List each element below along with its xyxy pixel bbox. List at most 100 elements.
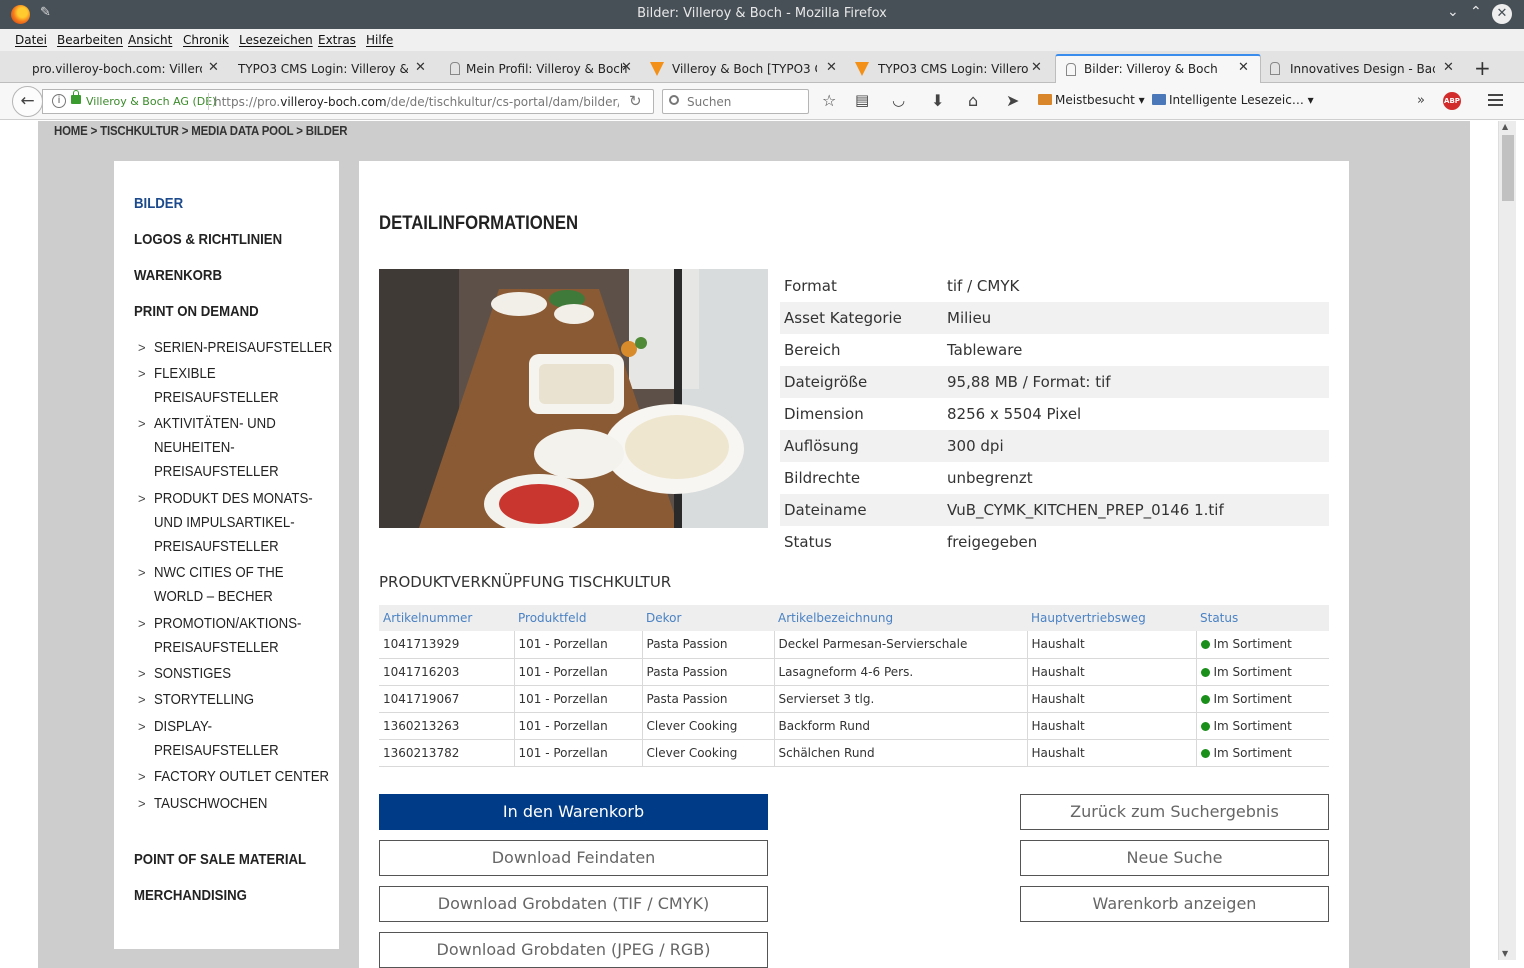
menu-chronik[interactable]: Chronik bbox=[183, 33, 229, 47]
tab-close-icon[interactable]: ✕ bbox=[208, 60, 219, 75]
sidebar-subitem[interactable]: > PROMOTION/AKTIONS-PREISAUFSTELLER bbox=[138, 612, 338, 660]
sidebar-subitem[interactable]: > FACTORY OUTLET CENTER bbox=[138, 765, 338, 789]
tab-close-icon[interactable]: ✕ bbox=[826, 60, 837, 75]
tab-mein-profil[interactable]: Mein Profil: Villeroy & Boch ✕ bbox=[438, 55, 643, 83]
adblock-icon[interactable]: ABP bbox=[1443, 92, 1461, 110]
maximize-icon[interactable]: ⌃ bbox=[1470, 4, 1482, 20]
new-tab-icon[interactable]: + bbox=[1474, 56, 1491, 80]
site-identity[interactable]: Villeroy & Boch AG (DE) bbox=[86, 95, 216, 108]
tab-typo3-login-1[interactable]: TYPO3 CMS Login: Villeroy & … ✕ bbox=[228, 55, 438, 83]
pocket-icon[interactable]: ◡ bbox=[892, 91, 905, 109]
tab-close-icon[interactable]: ✕ bbox=[1238, 60, 1249, 75]
cell: 101 - Porzellan bbox=[514, 685, 643, 713]
sidebar-subitem[interactable]: > DISPLAY-PREISAUFSTELLER bbox=[138, 715, 338, 763]
menu-extras[interactable]: Extras bbox=[318, 33, 356, 47]
cell: Backform Rund bbox=[774, 712, 1028, 740]
tab-close-icon[interactable]: ✕ bbox=[1031, 60, 1042, 75]
sidebar-subitem[interactable]: > AKTIVITÄTEN- UND NEUHEITEN-PREISAUFSTEL… bbox=[138, 412, 338, 484]
sidebar-item-warenkorb[interactable]: WARENKORB bbox=[134, 267, 222, 284]
product-links-heading: PRODUKTVERKNÜPFUNG TISCHKULTUR bbox=[379, 573, 672, 591]
chevron-right-icon: > bbox=[138, 719, 146, 734]
sidebar-subitem[interactable]: > NWC CITIES OF THE WORLD – BECHER bbox=[138, 561, 338, 609]
sidebar-subitem[interactable]: > SERIEN-PREISAUFSTELLER bbox=[138, 336, 338, 360]
new-search-button[interactable]: Neue Suche bbox=[1020, 840, 1329, 876]
menu-hilfe[interactable]: Hilfe bbox=[366, 33, 393, 47]
col-artikelnummer[interactable]: Artikelnummer bbox=[379, 605, 514, 631]
col-produktfeld[interactable]: Produktfeld bbox=[514, 605, 642, 631]
download-feindaten-button[interactable]: Download Feindaten bbox=[379, 840, 768, 876]
add-to-cart-button[interactable]: In den Warenkorb bbox=[379, 794, 768, 830]
col-dekor[interactable]: Dekor bbox=[642, 605, 774, 631]
home-icon[interactable]: ⌂ bbox=[968, 91, 978, 110]
tab-close-icon[interactable]: ✕ bbox=[415, 60, 426, 75]
window-close-icon[interactable]: ✕ bbox=[1492, 4, 1512, 24]
menu-datei[interactable]: Datei bbox=[15, 33, 47, 47]
back-button[interactable]: ← bbox=[12, 86, 43, 117]
product-image[interactable] bbox=[379, 269, 768, 528]
info-icon[interactable]: i bbox=[52, 94, 66, 108]
page-viewport: HOME > TISCHKULTUR > MEDIA DATA POOL > B… bbox=[0, 121, 1524, 968]
sidebar-subitem[interactable]: > PRODUKT DES MONATS- UND IMPULSARTIKEL-P… bbox=[138, 487, 338, 559]
sidebar-item-pos-material[interactable]: POINT OF SALE MATERIAL bbox=[134, 851, 306, 868]
tab-innovatives-design[interactable]: Innovatives Design - Bad … ✕ bbox=[1262, 55, 1462, 83]
url-bar[interactable]: i Villeroy & Boch AG (DE) https://pro.vi… bbox=[42, 89, 654, 114]
sidebar-subitem[interactable]: > STORYTELLING bbox=[138, 688, 338, 712]
minimize-icon[interactable]: ⌄ bbox=[1447, 4, 1459, 20]
breadcrumb-home[interactable]: HOME bbox=[54, 123, 88, 138]
breadcrumb-tischkultur[interactable]: TISCHKULTUR bbox=[100, 123, 179, 138]
sidebar-item-merchandising[interactable]: MERCHANDISING bbox=[134, 887, 247, 904]
back-to-results-button[interactable]: Zurück zum Suchergebnis bbox=[1020, 794, 1329, 830]
sidebar-subitem[interactable]: > SONSTIGES bbox=[138, 662, 338, 686]
col-status[interactable]: Status bbox=[1196, 605, 1329, 631]
col-hauptvertriebsweg[interactable]: Hauptvertriebsweg bbox=[1027, 605, 1196, 631]
reload-icon[interactable]: ↻ bbox=[629, 92, 642, 110]
sidebar-subitem[interactable]: > FLEXIBLE PREISAUFSTELLER bbox=[138, 362, 338, 410]
download-grobdaten-jpeg-button[interactable]: Download Grobdaten (JPEG / RGB) bbox=[379, 932, 768, 968]
tab-close-icon[interactable]: ✕ bbox=[621, 60, 632, 75]
sidebar-item-logos[interactable]: LOGOS & RICHTLINIEN bbox=[134, 231, 282, 248]
tab-bilder-active[interactable]: Bilder: Villeroy & Boch ✕ bbox=[1055, 54, 1261, 83]
tab-label: TYPO3 CMS Login: Villeroy & … bbox=[238, 62, 408, 76]
cell: Clever Cooking bbox=[642, 712, 775, 740]
menu-bearbeiten[interactable]: Bearbeiten bbox=[57, 33, 123, 47]
bookmark-meistbesucht[interactable]: Meistbesucht ▾ bbox=[1038, 93, 1145, 107]
download-grobdaten-tif-button[interactable]: Download Grobdaten (TIF / CMYK) bbox=[379, 886, 768, 922]
url-text[interactable]: https://pro.villeroy-boch.com/de/de/tisc… bbox=[214, 95, 619, 109]
reading-list-icon[interactable]: ▤ bbox=[855, 91, 869, 109]
menu-lesezeichen[interactable]: Lesezeichen bbox=[239, 33, 313, 47]
breadcrumb-media-data-pool[interactable]: MEDIA DATA POOL bbox=[191, 123, 293, 138]
search-input[interactable]: Suchen bbox=[662, 89, 809, 114]
main-content: DETAILINFORMATIONEN Format tif / CMYK As… bbox=[359, 161, 1349, 968]
download-icon[interactable]: ⬇ bbox=[931, 91, 944, 110]
tab-pro-villeroy[interactable]: pro.villeroy-boch.com: Villero… ✕ bbox=[20, 55, 228, 83]
tab-villeroy-typo3[interactable]: Villeroy & Boch [TYPO3 C… ✕ bbox=[643, 55, 848, 83]
scroll-down-icon[interactable]: ▼ bbox=[1502, 949, 1508, 958]
col-artikelbezeichnung[interactable]: Artikelbezeichnung bbox=[774, 605, 1027, 631]
cell: Servierset 3 tlg. bbox=[774, 685, 1028, 713]
detail-row: Dateiname VuB_CYMK_KITCHEN_PREP_0146 1.ti… bbox=[780, 494, 1329, 526]
tab-typo3-login-2[interactable]: TYPO3 CMS Login: Villero… ✕ bbox=[848, 55, 1053, 83]
chevron-right-icon: > bbox=[138, 796, 146, 811]
sidebar-item-bilder[interactable]: BILDER bbox=[134, 195, 183, 212]
chevron-right-icon: > bbox=[138, 692, 146, 707]
scrollbar-thumb[interactable] bbox=[1502, 135, 1514, 201]
bookmark-intelligent[interactable]: Intelligente Lesezeic… ▾ bbox=[1152, 93, 1314, 107]
bookmark-star-icon[interactable]: ☆ bbox=[822, 91, 836, 110]
breadcrumb-bilder[interactable]: BILDER bbox=[306, 123, 348, 138]
sidebar-subitem[interactable]: > TAUSCHWOCHEN bbox=[138, 792, 338, 816]
overflow-chevron-icon[interactable]: » bbox=[1417, 93, 1425, 108]
page-scrollbar[interactable]: ▲ ▼ bbox=[1498, 121, 1516, 960]
tab-close-icon[interactable]: ✕ bbox=[1443, 60, 1454, 75]
menu-hamburger-icon[interactable] bbox=[1488, 94, 1503, 109]
sidebar-item-print-on-demand[interactable]: PRINT ON DEMAND bbox=[134, 303, 259, 320]
menu-ansicht[interactable]: Ansicht bbox=[128, 33, 172, 47]
table-header-row: Artikelnummer Produktfeld Dekor Artikelb… bbox=[379, 605, 1329, 631]
search-placeholder: Suchen bbox=[687, 95, 732, 109]
cell: Deckel Parmesan-Servierschale bbox=[774, 631, 1028, 659]
send-icon[interactable]: ➤ bbox=[1006, 91, 1019, 110]
scroll-up-icon[interactable]: ▲ bbox=[1502, 122, 1508, 131]
show-cart-button[interactable]: Warenkorb anzeigen bbox=[1020, 886, 1329, 922]
tab-bar: pro.villeroy-boch.com: Villero… ✕ TYPO3 … bbox=[0, 51, 1524, 83]
status-dot-icon bbox=[1200, 694, 1210, 704]
cell: Haushalt bbox=[1027, 658, 1197, 686]
